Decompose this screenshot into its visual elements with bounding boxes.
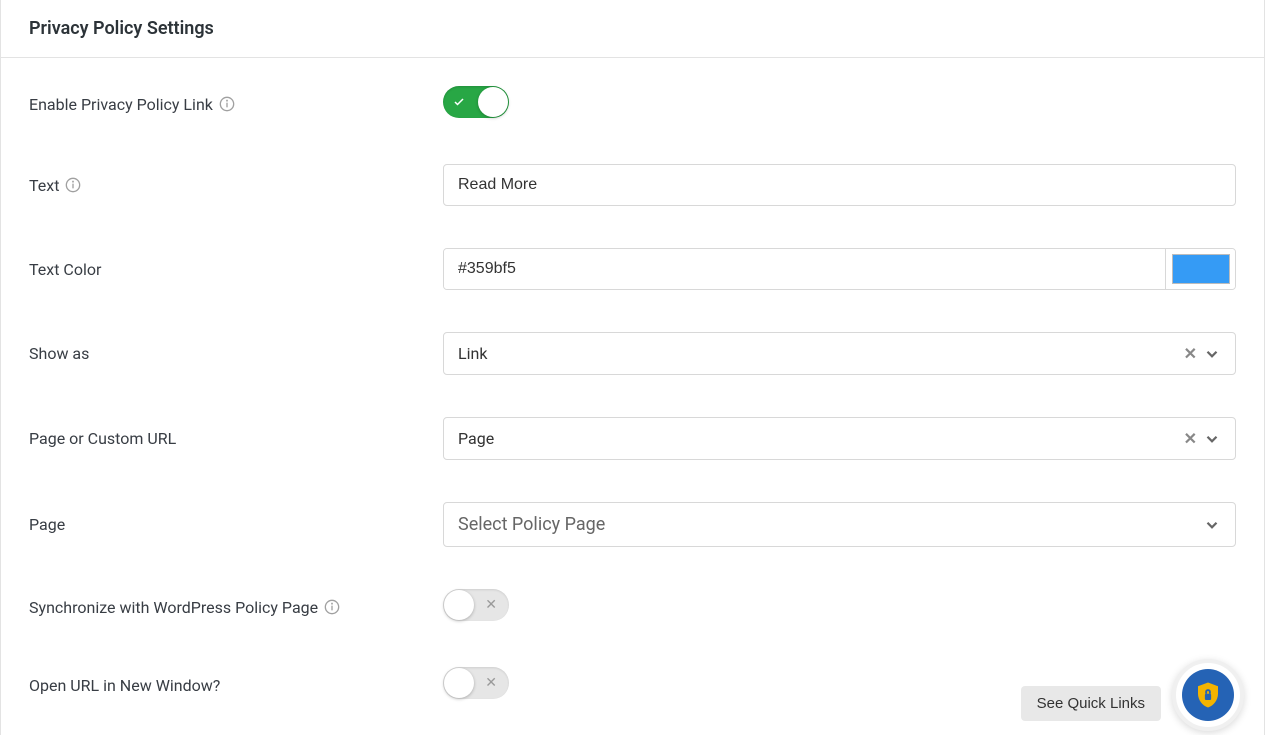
field-control: ✕ — [443, 589, 1236, 625]
field-control: Link ✕ — [443, 332, 1236, 375]
text-input[interactable] — [443, 164, 1236, 206]
new-window-toggle[interactable]: ✕ — [443, 667, 509, 699]
check-icon — [453, 96, 465, 108]
field-label: Text Color — [29, 260, 443, 279]
field-control — [443, 248, 1236, 290]
quick-links-button[interactable]: See Quick Links — [1021, 686, 1161, 721]
color-swatch — [1172, 254, 1230, 284]
color-hex-input[interactable] — [444, 249, 1165, 289]
field-page: Page Select Policy Page — [29, 502, 1236, 547]
shield-lock-icon — [1193, 680, 1223, 710]
show-as-select[interactable]: Link ✕ — [443, 332, 1236, 375]
chevron-down-icon — [1203, 345, 1221, 363]
field-control — [443, 86, 1236, 122]
label-text: Open URL in New Window? — [29, 676, 220, 695]
close-icon: ✕ — [485, 598, 497, 612]
close-icon: ✕ — [485, 676, 497, 690]
page-or-url-select[interactable]: Page ✕ — [443, 417, 1236, 460]
select-placeholder: Select Policy Page — [458, 514, 1203, 535]
settings-body: Enable Privacy Policy Link Text — [1, 58, 1264, 723]
field-label: Synchronize with WordPress Policy Page — [29, 598, 443, 617]
label-text: Page — [29, 515, 65, 534]
info-icon[interactable] — [324, 599, 340, 615]
sync-toggle[interactable]: ✕ — [443, 589, 509, 621]
select-icons — [1203, 516, 1221, 534]
enable-toggle[interactable] — [443, 86, 509, 118]
color-input-wrap — [443, 248, 1236, 290]
select-value: Page — [458, 429, 1184, 448]
info-icon[interactable] — [65, 177, 81, 193]
clear-icon[interactable]: ✕ — [1184, 429, 1197, 448]
select-icons: ✕ — [1184, 344, 1221, 363]
fab-inner — [1182, 669, 1234, 721]
info-icon[interactable] — [219, 96, 235, 112]
field-sync-wp: Synchronize with WordPress Policy Page ✕ — [29, 589, 1236, 625]
field-control — [443, 164, 1236, 206]
field-label: Enable Privacy Policy Link — [29, 95, 443, 114]
clear-icon[interactable]: ✕ — [1184, 344, 1197, 363]
field-text: Text — [29, 164, 1236, 206]
toggle-knob — [444, 668, 474, 698]
field-enable-privacy-link: Enable Privacy Policy Link — [29, 86, 1236, 122]
field-label: Show as — [29, 344, 443, 363]
label-text: Page or Custom URL — [29, 429, 176, 448]
chevron-down-icon — [1203, 430, 1221, 448]
field-control: Page ✕ — [443, 417, 1236, 460]
label-text: Show as — [29, 344, 89, 363]
field-label: Open URL in New Window? — [29, 676, 443, 695]
field-label: Page — [29, 515, 443, 534]
toggle-knob — [478, 87, 508, 117]
label-text: Synchronize with WordPress Policy Page — [29, 598, 318, 617]
page-title: Privacy Policy Settings — [29, 18, 1236, 39]
label-text: Enable Privacy Policy Link — [29, 95, 213, 114]
field-control: Select Policy Page — [443, 502, 1236, 547]
select-value: Link — [458, 344, 1184, 363]
label-text: Text Color — [29, 260, 101, 279]
floating-help-button[interactable] — [1172, 659, 1244, 731]
chevron-down-icon — [1203, 516, 1221, 534]
label-text: Text — [29, 176, 59, 195]
page-select[interactable]: Select Policy Page — [443, 502, 1236, 547]
field-show-as: Show as Link ✕ — [29, 332, 1236, 375]
settings-header: Privacy Policy Settings — [1, 0, 1264, 58]
toggle-knob — [444, 590, 474, 620]
color-swatch-cell[interactable] — [1165, 249, 1235, 289]
field-label: Page or Custom URL — [29, 429, 443, 448]
field-page-or-url: Page or Custom URL Page ✕ — [29, 417, 1236, 460]
field-text-color: Text Color — [29, 248, 1236, 290]
select-icons: ✕ — [1184, 429, 1221, 448]
field-label: Text — [29, 176, 443, 195]
